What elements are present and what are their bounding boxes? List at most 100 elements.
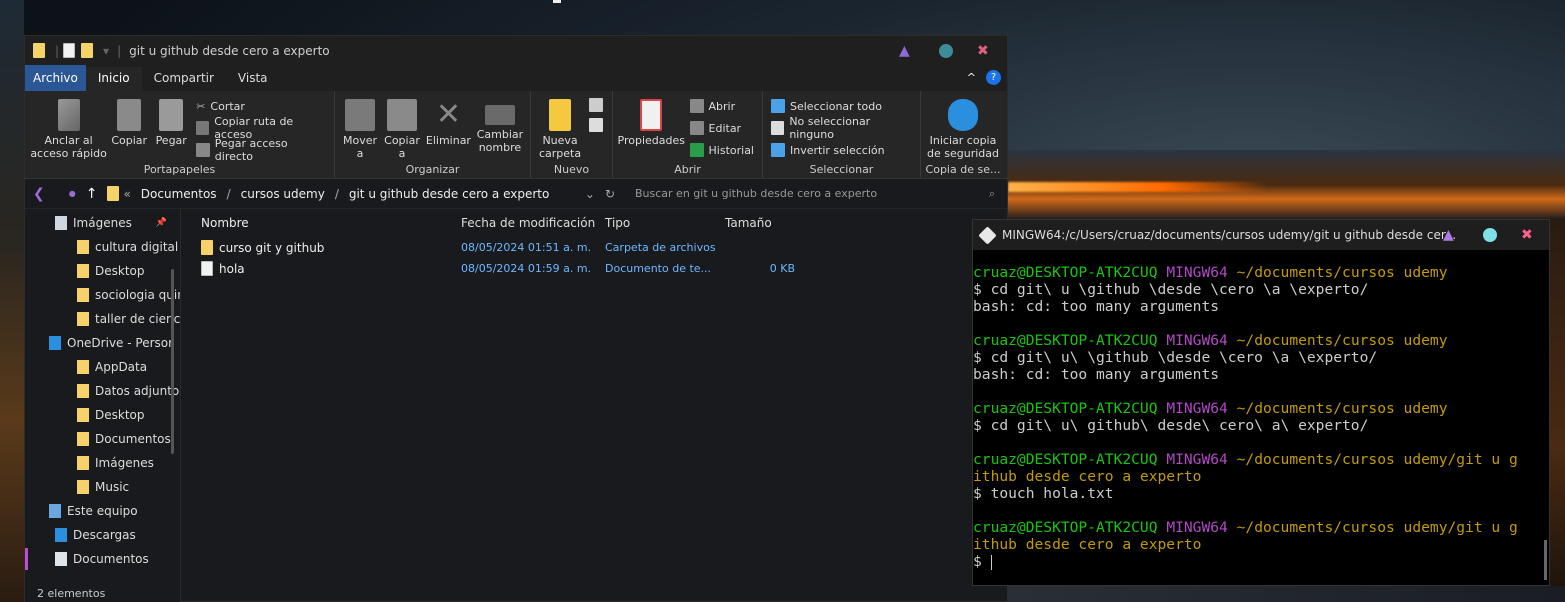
- nav-item[interactable]: Datos adjuntos: [25, 379, 180, 403]
- status-bar: 2 elementos: [25, 587, 105, 601]
- group-label: Nuevo: [553, 163, 590, 176]
- wallpaper-glow: [1008, 182, 1268, 192]
- nav-item[interactable]: Imágenes: [25, 451, 180, 475]
- terminal-output[interactable]: cruaz@DESKTOP-ATK2CUQ MINGW64 ~/document…: [973, 250, 1549, 570]
- nav-item-label: taller de ciencias: [95, 312, 180, 326]
- paste-shortcut-button[interactable]: Pegar acceso directo: [196, 137, 326, 163]
- command-line: $: [973, 553, 1549, 570]
- terminal-titlebar[interactable]: MINGW64:/c/Users/cruaz/documents/cursos …: [973, 220, 1549, 250]
- nav-item[interactable]: Desktop: [25, 403, 180, 427]
- file-row[interactable]: curso git y github 08/05/2024 01:51 a. m…: [181, 237, 1007, 258]
- invert-selection-button[interactable]: Invertir selección: [771, 142, 912, 158]
- pin-icon[interactable]: 📌: [156, 218, 167, 228]
- easy-access-icon[interactable]: [589, 118, 604, 132]
- backup-label: Iniciar copia de seguridad: [927, 134, 999, 160]
- tab-inicio[interactable]: Inicio: [85, 67, 142, 91]
- maximize-icon[interactable]: [1483, 228, 1497, 242]
- properties-icon: [640, 99, 663, 131]
- nav-item[interactable]: Documentos: [25, 547, 180, 571]
- nav-item[interactable]: Este equipo: [25, 499, 180, 523]
- folder-icon: [201, 240, 213, 255]
- output-line: bash: cd: too many arguments: [973, 298, 1549, 315]
- minimize-icon[interactable]: ▲: [1443, 227, 1454, 243]
- search-input[interactable]: Buscar en git u github desde cero a expe…: [635, 187, 877, 201]
- prompt-line: cruaz@DESKTOP-ATK2CUQ MINGW64 ~/document…: [973, 332, 1549, 349]
- command-text: $ cd git\ u\ \github \desde \cero \a \ex…: [973, 349, 1378, 366]
- prompt-user: cruaz@DESKTOP-ATK2CUQ: [973, 264, 1158, 281]
- history-dot-icon[interactable]: ●: [69, 189, 76, 198]
- nav-item[interactable]: Desktop: [25, 259, 180, 283]
- move-label: Mover a: [342, 134, 378, 160]
- nav-item[interactable]: sociologia quint: [25, 283, 180, 307]
- terminal-scrollbar[interactable]: [1544, 540, 1547, 580]
- folder-icon: [77, 432, 89, 446]
- select-all-button[interactable]: Seleccionar todo: [771, 98, 912, 114]
- group-copia: Iniciar copia de seguridad Copia de se..…: [921, 91, 1005, 178]
- copy-to-icon: [387, 99, 417, 131]
- breadcrumb-separator: /: [226, 186, 231, 201]
- pin-label: Anclar al acceso rápido: [30, 134, 107, 160]
- history-button[interactable]: Historial: [689, 142, 754, 158]
- nav-item-label: sociologia quint: [95, 288, 180, 302]
- nav-scrollbar[interactable]: [171, 269, 174, 454]
- select-none-button[interactable]: No seleccionar ninguno: [771, 115, 912, 141]
- refresh-icon[interactable]: ↻: [605, 187, 615, 201]
- cut-button[interactable]: ✂ Cortar: [196, 98, 326, 114]
- breadcrumb-cursos[interactable]: cursos udemy: [241, 187, 325, 201]
- terminal-window[interactable]: MINGW64:/c/Users/cruaz/documents/cursos …: [972, 219, 1550, 586]
- explorer-titlebar[interactable]: | ▾ | git u github desde cero a experto …: [25, 36, 1007, 65]
- new-item-icon[interactable]: [589, 98, 604, 112]
- file-row[interactable]: hola 08/05/2024 01:59 a. m. Documento de…: [181, 258, 1007, 279]
- group-nuevo: Nueva carpeta Nuevo: [531, 91, 613, 178]
- minimize-icon[interactable]: ▲: [899, 43, 910, 59]
- maximize-icon[interactable]: [939, 44, 953, 58]
- breadcrumb-current[interactable]: git u github desde cero a experto: [349, 187, 549, 201]
- nav-item[interactable]: Music: [25, 475, 180, 499]
- properties-icon[interactable]: [63, 43, 76, 58]
- item-count: 2 elementos: [37, 587, 106, 600]
- prompt-user: cruaz@DESKTOP-ATK2CUQ: [973, 400, 1158, 417]
- column-date[interactable]: Fecha de modificación: [461, 216, 605, 230]
- edit-icon: [689, 121, 704, 135]
- nav-item-label: Desktop: [95, 264, 145, 278]
- nav-item[interactable]: taller de ciencias: [25, 307, 180, 331]
- nav-item[interactable]: OneDrive - Persor: [25, 331, 180, 355]
- tab-compartir[interactable]: Compartir: [142, 67, 226, 91]
- help-icon[interactable]: ?: [986, 70, 1001, 85]
- new-folder-icon[interactable]: [81, 43, 94, 58]
- search-box[interactable]: Buscar en git u github desde cero a expe…: [635, 187, 1007, 201]
- copy-path-button[interactable]: Copiar ruta de acceso: [196, 115, 326, 141]
- invert-selection-label: Invertir selección: [790, 143, 885, 157]
- nav-item[interactable]: cultura digital 1: [25, 235, 180, 259]
- nav-item[interactable]: Documentos: [25, 427, 180, 451]
- tab-archivo[interactable]: Archivo: [25, 65, 86, 91]
- breadcrumb-documentos[interactable]: Documentos: [141, 187, 217, 201]
- column-size[interactable]: Tamaño: [725, 216, 795, 230]
- wallpaper-bottom: [1008, 586, 1565, 602]
- text-file-icon: [201, 261, 213, 276]
- open-button[interactable]: Abrir: [689, 98, 754, 114]
- breadcrumb-overflow[interactable]: «: [123, 187, 130, 201]
- pictures-icon: [55, 216, 67, 230]
- copy-label: Copiar: [111, 134, 148, 147]
- nav-item[interactable]: AppData: [25, 355, 180, 379]
- nav-item[interactable]: Imágenes 📌: [25, 211, 180, 235]
- qa-dropdown-icon[interactable]: ▾: [103, 44, 109, 58]
- tab-vista[interactable]: Vista: [226, 67, 280, 91]
- close-icon[interactable]: ✖: [1521, 227, 1533, 243]
- address-dropdown-icon[interactable]: ⌄: [585, 187, 595, 201]
- collapse-ribbon-icon[interactable]: ^: [967, 71, 976, 84]
- wallpaper-left: [0, 0, 24, 602]
- edit-button[interactable]: Editar: [689, 120, 754, 136]
- folder-icon: [77, 240, 89, 254]
- up-arrow-icon[interactable]: ↑: [86, 186, 98, 202]
- prompt-user: cruaz@DESKTOP-ATK2CUQ: [973, 451, 1158, 468]
- back-icon[interactable]: ❮: [33, 186, 45, 202]
- close-icon[interactable]: ✖: [977, 43, 989, 59]
- prompt-line: cruaz@DESKTOP-ATK2CUQ MINGW64 ~/document…: [973, 264, 1549, 281]
- nav-item[interactable]: Descargas: [25, 523, 180, 547]
- column-name[interactable]: Nombre: [201, 216, 461, 230]
- address-bar: ❮ ● ↑ « Documentos / cursos udemy / git …: [25, 179, 1007, 209]
- column-type[interactable]: Tipo: [605, 216, 725, 230]
- search-icon[interactable]: ⌕: [989, 187, 995, 201]
